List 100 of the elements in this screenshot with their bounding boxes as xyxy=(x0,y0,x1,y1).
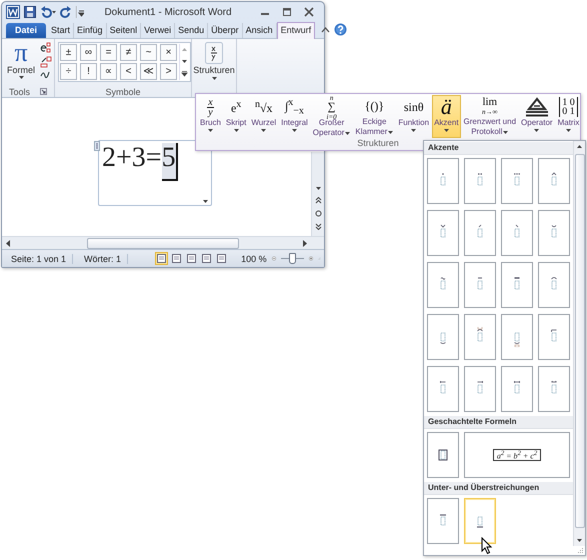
equation-options-icon[interactable] xyxy=(202,199,209,204)
previous-page-icon[interactable] xyxy=(314,197,322,204)
symbol-button[interactable]: ≠ xyxy=(120,44,137,61)
button-label: Operator xyxy=(521,118,553,128)
symbol-button[interactable]: < xyxy=(120,63,137,80)
symbol-button[interactable]: ± xyxy=(60,44,77,61)
save-icon[interactable] xyxy=(24,6,36,18)
button-label: Funktion xyxy=(398,118,430,128)
caret-icon xyxy=(503,130,508,134)
button-label: Integral xyxy=(281,118,308,128)
view-button[interactable] xyxy=(170,252,184,265)
window-title: Dokument1 - Microsoft Word xyxy=(103,6,233,18)
slider-thumb[interactable] xyxy=(289,253,296,264)
structure-button[interactable]: e$^{x}$ Skript xyxy=(224,95,248,138)
view-button[interactable] xyxy=(155,252,168,265)
symbol-button[interactable]: ∝ xyxy=(100,63,117,80)
zoom-level[interactable]: 100 % xyxy=(241,254,267,264)
button-label: Wurzel xyxy=(251,118,276,128)
caret-icon xyxy=(292,129,297,132)
math-symbol: $^{n}$√x xyxy=(254,98,273,116)
page-icon xyxy=(217,254,226,263)
restore-icon[interactable] xyxy=(282,7,292,17)
view-button[interactable] xyxy=(215,252,228,265)
scroll-thumb[interactable] xyxy=(574,154,584,528)
horizontal-scrollbar[interactable] xyxy=(2,236,324,249)
normal-text-icon[interactable] xyxy=(40,70,52,78)
help-icon[interactable] xyxy=(334,23,348,36)
ribbon-tab[interactable]: Entwurf xyxy=(276,22,316,39)
group-label: Symbole xyxy=(104,86,142,97)
symbol-button[interactable]: ÷ xyxy=(60,63,77,80)
formula-button[interactable]: π Formel xyxy=(5,41,38,79)
symbol-button[interactable]: ≪ xyxy=(140,63,157,80)
undo-icon[interactable] xyxy=(40,6,56,18)
gallery-scrollbar[interactable] xyxy=(573,141,585,546)
structure-button[interactable]: ä Akzent xyxy=(432,95,461,138)
ribbon-tab[interactable]: Überpr xyxy=(208,23,243,38)
redo-icon[interactable] xyxy=(60,6,72,18)
caret-icon xyxy=(18,76,24,79)
scroll-down-icon[interactable] xyxy=(314,186,322,191)
page-count[interactable]: Seite: 1 von 1 xyxy=(5,254,74,264)
vertical-scrollbar[interactable] xyxy=(311,152,324,236)
math-symbol: e$^{x}$ xyxy=(230,98,242,116)
formula-preview: a$^{2}$ = b$^{2}$ + c$^{2}$ xyxy=(492,448,542,462)
structures-button[interactable]: Strukturen xyxy=(193,39,235,80)
pi-symbol: π xyxy=(14,41,28,65)
ribbon-tab[interactable]: Einfüg xyxy=(74,23,107,38)
symbol-button[interactable]: > xyxy=(160,63,177,80)
button-label: Matrix xyxy=(558,118,580,128)
structure-button[interactable]: sinθ Funktion xyxy=(396,95,432,138)
page-icon xyxy=(157,254,166,263)
linear-format-icon[interactable] xyxy=(40,56,52,68)
professional-format-icon[interactable] xyxy=(40,42,52,54)
section-heading: Akzente xyxy=(424,142,573,155)
scroll-right-icon[interactable] xyxy=(303,240,308,246)
view-button[interactable] xyxy=(185,252,198,265)
structure-button[interactable]: 1 0 0 1 Matrix xyxy=(556,95,582,138)
scroll-left-icon[interactable] xyxy=(6,240,11,246)
button-label: Skript xyxy=(226,118,246,128)
ribbon-tab[interactable]: Start xyxy=(48,23,74,38)
caret-icon xyxy=(345,132,350,134)
symbol-button[interactable]: = xyxy=(100,44,117,61)
structure-button[interactable]: $^{n}$√x Wurzel xyxy=(249,95,278,138)
dialog-launcher-icon[interactable] xyxy=(40,88,47,95)
scroll-up-icon[interactable] xyxy=(576,144,583,149)
caret-icon xyxy=(388,130,394,134)
word-logo-icon[interactable] xyxy=(6,5,20,19)
scroll-down-icon[interactable] xyxy=(576,538,583,543)
operator-icon xyxy=(524,97,549,117)
equation-handle-icon[interactable] xyxy=(94,141,100,151)
symbol-button[interactable]: ~ xyxy=(140,44,157,61)
more-icon[interactable] xyxy=(181,70,188,77)
button-label: Operator xyxy=(312,128,344,138)
close-icon[interactable] xyxy=(304,7,314,17)
ribbon-tab[interactable]: Seitenl xyxy=(106,23,142,38)
view-button[interactable] xyxy=(200,252,214,265)
math-symbol: ä xyxy=(440,96,452,118)
ribbon-tab[interactable]: Sendu xyxy=(175,23,208,38)
template-option[interactable]: a$^{2}$ = b$^{2}$ + c$^{2}$ xyxy=(464,432,570,478)
page-icon xyxy=(172,254,182,263)
math-symbol: sinθ xyxy=(404,100,424,114)
file-tab[interactable]: Datei xyxy=(6,23,46,38)
customize-menu-icon[interactable] xyxy=(76,6,84,18)
symbol-button[interactable]: ∞ xyxy=(80,44,97,61)
section-heading: Unter- und Überstreichungen xyxy=(424,482,573,495)
structure-button[interactable]: x y Bruch xyxy=(198,95,223,138)
scroll-thumb[interactable] xyxy=(87,238,239,248)
group-label: Strukturen xyxy=(357,138,399,149)
word-count[interactable]: Wörter: 1 xyxy=(78,254,128,264)
structure-button[interactable]: Operator xyxy=(519,95,555,138)
scroll-down-icon[interactable] xyxy=(181,58,188,64)
template-option[interactable] xyxy=(427,432,459,478)
ribbon-tab[interactable]: Verwei xyxy=(141,23,176,38)
symbol-button[interactable]: × xyxy=(160,44,177,61)
caret-icon xyxy=(411,129,416,132)
next-page-icon[interactable] xyxy=(314,223,322,230)
browse-object-icon[interactable] xyxy=(314,210,322,217)
symbol-button[interactable]: ! xyxy=(80,63,97,80)
structure-button[interactable]: {()} Eckige Klammer xyxy=(353,95,396,138)
collapse-ribbon-icon[interactable] xyxy=(321,26,330,32)
button-label: Akzent xyxy=(434,118,459,128)
